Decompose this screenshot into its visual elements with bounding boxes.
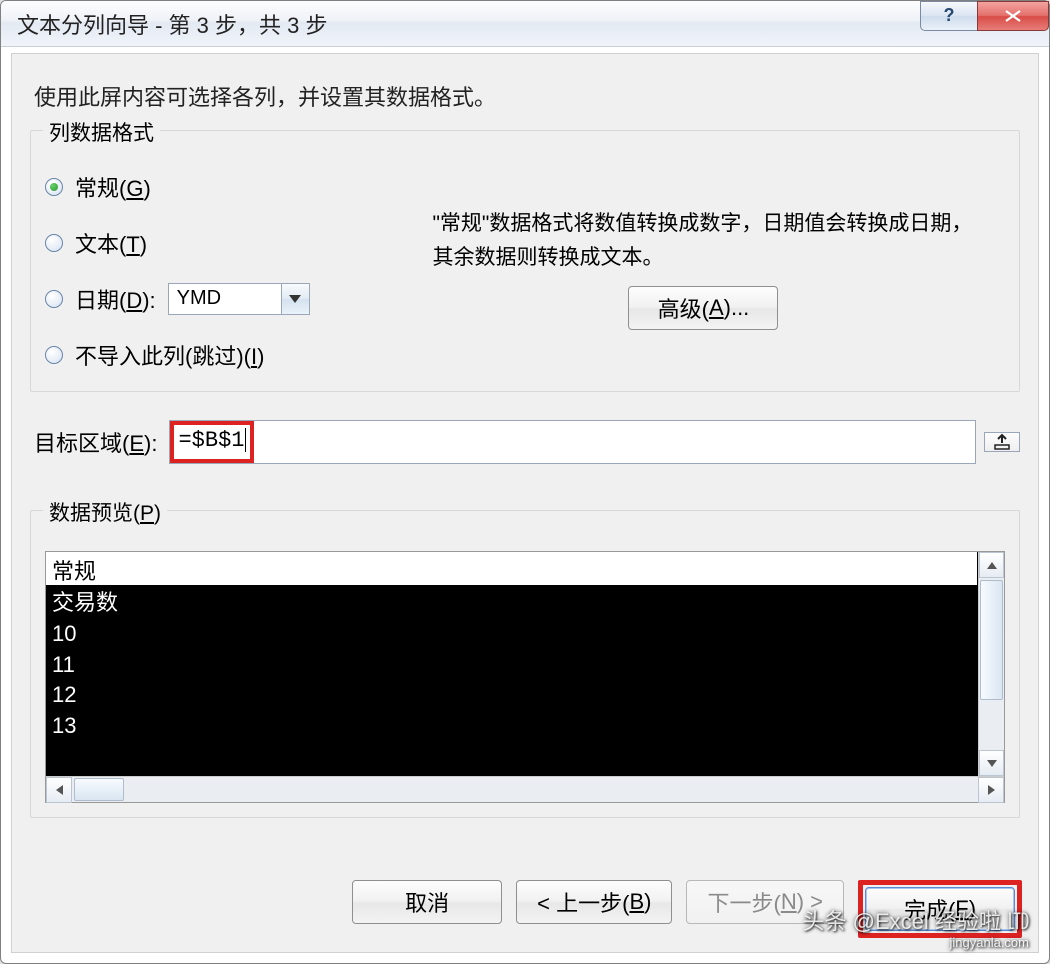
preview-row: 交易数: [52, 588, 972, 619]
close-button[interactable]: [977, 1, 1049, 31]
destination-input[interactable]: =$B$1: [169, 420, 976, 464]
dialog-footer: 取消 < 上一步(B) 下一步(N) > 完成(F): [12, 880, 1022, 938]
preview-grid[interactable]: 常规 交易数 10 11 12 13: [46, 552, 1004, 776]
column-format-group: 列数据格式 常规(G) 文本(T) 日期(D): YMD: [30, 130, 1020, 392]
chevron-down-icon: [289, 295, 301, 303]
close-icon: [1003, 9, 1023, 23]
cancel-button[interactable]: 取消: [352, 880, 502, 924]
date-format-value: YMD: [169, 284, 281, 314]
destination-label: 目标区域(E):: [34, 426, 157, 458]
radio-icon: [45, 234, 63, 252]
radio-icon: [45, 178, 63, 196]
preview-title: 数据预览(P): [43, 497, 167, 527]
radio-general-label: 常规(G): [75, 171, 151, 203]
scroll-track[interactable]: [72, 777, 978, 802]
preview-box: 常规 交易数 10 11 12 13: [45, 551, 1005, 803]
preview-row: 13: [52, 711, 972, 742]
preview-column-header[interactable]: 常规: [46, 552, 978, 586]
range-picker-button[interactable]: [984, 432, 1020, 452]
radio-general[interactable]: 常规(G): [45, 171, 410, 203]
help-button[interactable]: ?: [920, 1, 978, 31]
collapse-dialog-icon: [993, 433, 1011, 451]
horizontal-scrollbar[interactable]: [46, 776, 1004, 802]
radio-icon: [45, 290, 63, 308]
dropdown-button[interactable]: [281, 284, 309, 314]
arrow-right-icon: [988, 785, 995, 795]
radio-date-label: 日期(D):: [75, 283, 156, 315]
scroll-right-button[interactable]: [978, 777, 1004, 803]
scroll-thumb[interactable]: [980, 580, 1003, 700]
preview-row: 10: [52, 619, 972, 650]
advanced-button[interactable]: 高级(A)...: [628, 286, 778, 330]
arrow-left-icon: [56, 785, 63, 795]
destination-row: 目标区域(E): =$B$1: [34, 420, 1020, 464]
text-to-columns-wizard-dialog: 文本分列向导 - 第 3 步，共 3 步 ? 使用此屏内容可选择各列，并设置其数…: [0, 0, 1050, 964]
date-format-combo[interactable]: YMD: [168, 283, 310, 315]
scroll-thumb[interactable]: [74, 778, 124, 801]
scroll-up-button[interactable]: [979, 552, 1004, 578]
next-button: 下一步(N) >: [686, 880, 844, 924]
radio-icon: [45, 346, 63, 364]
scroll-left-button[interactable]: [46, 777, 72, 803]
finish-button[interactable]: 完成(F): [865, 887, 1015, 931]
dialog-title: 文本分列向导 - 第 3 步，共 3 步: [11, 8, 921, 40]
format-info-text: "常规"数据格式将数值转换成数字，日期值会转换成日期，其余数据则转换成文本。: [432, 207, 974, 274]
radio-skip-label: 不导入此列(跳过)(I): [75, 339, 264, 371]
destination-value-highlight: =$B$1: [170, 421, 254, 463]
scroll-track[interactable]: [979, 578, 1004, 750]
vertical-scrollbar[interactable]: [978, 552, 1004, 776]
arrow-up-icon: [987, 562, 997, 569]
dialog-body: 使用此屏内容可选择各列，并设置其数据格式。 列数据格式 常规(G) 文本(T) …: [11, 53, 1039, 953]
arrow-down-icon: [987, 760, 997, 767]
radio-text[interactable]: 文本(T): [45, 227, 410, 259]
titlebar[interactable]: 文本分列向导 - 第 3 步，共 3 步 ?: [1, 1, 1049, 47]
column-format-title: 列数据格式: [43, 117, 160, 147]
back-button[interactable]: < 上一步(B): [516, 880, 672, 924]
preview-group: 数据预览(P) 常规 交易数 10 11 12 13: [30, 510, 1020, 818]
titlebar-buttons: ?: [921, 1, 1049, 37]
preview-row: 11: [52, 650, 972, 681]
help-icon: ?: [944, 5, 955, 26]
instruction-text: 使用此屏内容可选择各列，并设置其数据格式。: [34, 80, 1020, 112]
radio-skip[interactable]: 不导入此列(跳过)(I): [45, 339, 410, 371]
finish-button-highlight: 完成(F): [858, 880, 1022, 938]
preview-row: 12: [52, 680, 972, 711]
radio-text-label: 文本(T): [75, 227, 147, 259]
radio-date[interactable]: 日期(D): YMD: [45, 283, 410, 315]
preview-column-data: 交易数 10 11 12 13: [46, 586, 978, 776]
scroll-down-button[interactable]: [979, 750, 1004, 776]
